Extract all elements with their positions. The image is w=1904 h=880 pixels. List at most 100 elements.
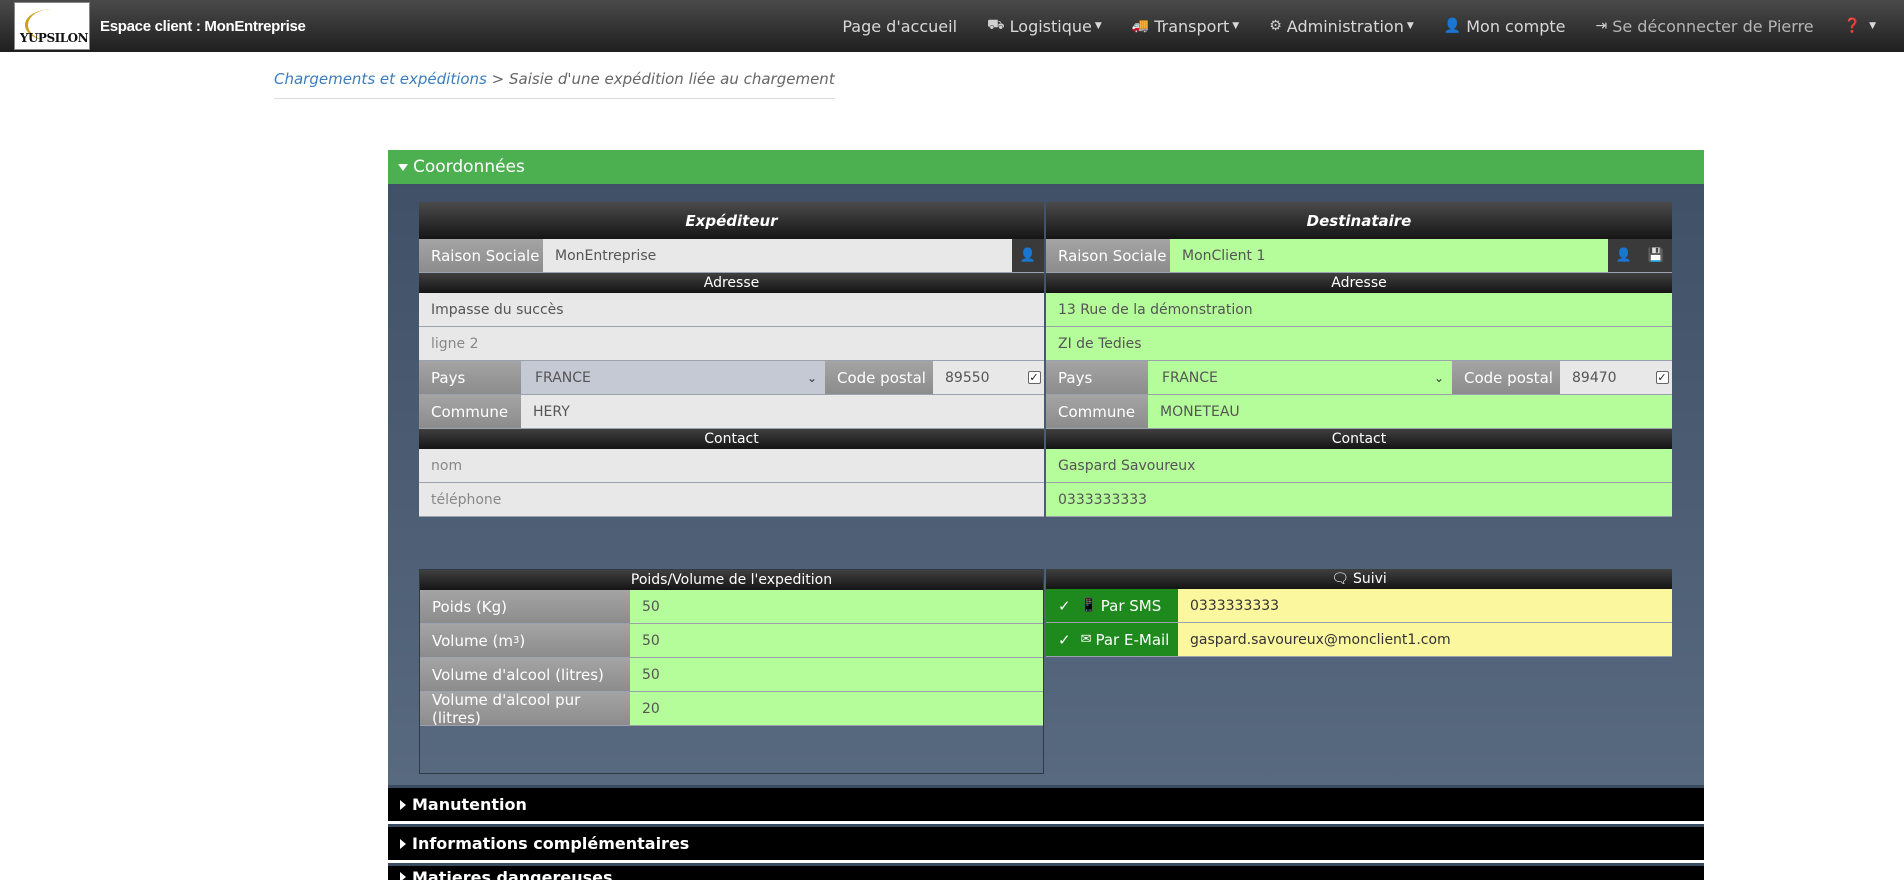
- destinataire-contact-button[interactable]: 👤: [1608, 239, 1640, 272]
- email-toggle[interactable]: ✓ ✉ Par E-Mail: [1046, 623, 1178, 656]
- email-label: Par E-Mail: [1095, 630, 1170, 649]
- poids-block: Poids/Volume de l'expedition Poids (Kg) …: [419, 569, 1044, 774]
- volume-input[interactable]: 50: [630, 624, 1043, 657]
- check-icon: ✓: [1655, 371, 1669, 384]
- gear-icon: ⚙: [1269, 18, 1282, 34]
- section-manutention-title: Manutention: [412, 795, 527, 814]
- destinataire-raison-row: Raison Sociale MonClient 1 👤 💾: [1046, 239, 1672, 273]
- poids-input[interactable]: 50: [630, 590, 1043, 623]
- expediteur-raison-input[interactable]: MonEntreprise: [543, 239, 1012, 272]
- check-icon: ✓: [1027, 371, 1041, 384]
- section-infos[interactable]: Informations complémentaires: [388, 824, 1704, 860]
- alcool-pur-input[interactable]: 20: [630, 692, 1043, 725]
- expediteur-commune-input[interactable]: HERY: [521, 395, 1044, 428]
- expediteur-adresse1-input[interactable]: Impasse du succès: [419, 293, 1044, 326]
- comment-icon: 🗨: [1331, 571, 1349, 587]
- expediteur-pays-row: Pays FRANCE ⌄ Code postal 89550 ✓: [419, 361, 1044, 395]
- section-manutention[interactable]: Manutention: [388, 785, 1704, 821]
- commune-label: Commune: [419, 395, 521, 428]
- destinataire-nom-row: Gaspard Savoureux: [1046, 449, 1672, 483]
- destinataire-save-button[interactable]: 💾: [1640, 239, 1672, 272]
- main-nav: Page d'accueil ⛟ Logistique ▼ 🚚 Transpor…: [812, 0, 1876, 52]
- expediteur-pays-value: FRANCE: [535, 369, 591, 386]
- destinataire-raison-input[interactable]: MonClient 1: [1170, 239, 1608, 272]
- expediteur-adresse2-input[interactable]: ligne 2: [419, 327, 1044, 360]
- nav-logistique[interactable]: ⛟ Logistique ▼: [987, 17, 1102, 36]
- envelope-icon: ✉: [1080, 632, 1092, 647]
- section-infos-title: Informations complémentaires: [412, 834, 690, 853]
- expediteur-tel-row: téléphone: [419, 483, 1044, 517]
- destinataire-nom-input[interactable]: Gaspard Savoureux: [1046, 449, 1672, 482]
- sms-input[interactable]: 0333333333: [1178, 589, 1672, 622]
- section-matieres[interactable]: Matieres dangereuses: [388, 863, 1704, 880]
- destinataire-cp-input[interactable]: 89470: [1560, 361, 1652, 394]
- destinataire-cp-checkbox[interactable]: ✓: [1652, 361, 1672, 394]
- user-icon: 👤: [1443, 18, 1462, 34]
- save-icon: 💾: [1647, 248, 1665, 263]
- email-input[interactable]: gaspard.savoureux@monclient1.com: [1178, 623, 1672, 656]
- pays-label: Pays: [1046, 361, 1148, 394]
- coordonnees-title: Coordonnées: [413, 157, 525, 177]
- destinataire-commune-input[interactable]: MONETEAU: [1148, 395, 1672, 428]
- breadcrumb: Chargements et expéditions > Saisie d'un…: [274, 70, 835, 99]
- nav-logistique-label: Logistique: [1009, 16, 1092, 36]
- question-circle-icon: ❓: [1843, 18, 1862, 34]
- expediteur-nom-input[interactable]: nom: [419, 449, 1044, 482]
- user-icon: 👤: [1019, 248, 1037, 263]
- expediteur-title: Expéditeur: [419, 202, 1044, 239]
- destinataire-tel-row: 0333333333: [1046, 483, 1672, 517]
- nav-administration-label: Administration: [1286, 16, 1404, 36]
- nav-account[interactable]: 👤 Mon compte: [1444, 17, 1566, 36]
- breadcrumb-parent-link[interactable]: Chargements et expéditions: [274, 70, 487, 88]
- sms-label: Par SMS: [1100, 596, 1162, 615]
- destinataire-tel-input[interactable]: 0333333333: [1046, 483, 1672, 516]
- caret-down-icon: ▼: [1094, 21, 1102, 31]
- expediteur-cp-input[interactable]: 89550: [933, 361, 1024, 394]
- company-logo[interactable]: YUPSILON: [14, 2, 90, 50]
- volume-row: Volume (m 3) 50: [420, 624, 1043, 658]
- volume-label: Volume (m 3): [420, 624, 630, 657]
- coordonnees-header[interactable]: Coordonnées: [388, 150, 1704, 184]
- volume-label-close: ): [519, 631, 526, 650]
- logo-word: YUPSILON: [19, 31, 89, 45]
- caret-down-icon: ▼: [1869, 21, 1876, 31]
- suivi-title-text: Suivi: [1352, 571, 1387, 587]
- nav-help[interactable]: ❓ ▼: [1844, 18, 1876, 34]
- nav-transport[interactable]: 🚚 Transport ▼: [1132, 17, 1239, 36]
- expediteur-commune-row: Commune HERY: [419, 395, 1044, 429]
- nav-home[interactable]: Page d'accueil: [842, 17, 957, 36]
- expediteur-pays-select[interactable]: FRANCE ⌄: [521, 361, 825, 394]
- expediteur-block: Expéditeur Raison Sociale MonEntreprise …: [419, 202, 1044, 517]
- expediteur-cp-checkbox[interactable]: ✓: [1024, 361, 1044, 394]
- expediteur-adresse1-row: Impasse du succès: [419, 293, 1044, 327]
- mobile-icon: 📱: [1080, 598, 1097, 613]
- alcool-input[interactable]: 50: [630, 658, 1043, 691]
- truck-icon: 🚚: [1131, 18, 1150, 34]
- expediteur-adresse2-row: ligne 2: [419, 327, 1044, 361]
- caret-right-icon: [400, 838, 406, 849]
- top-navbar: YUPSILON Espace client : MonEntreprise P…: [0, 0, 1904, 52]
- destinataire-adresse1-input[interactable]: 13 Rue de la démonstration: [1046, 293, 1672, 326]
- destinataire-pays-select[interactable]: FRANCE ⌄: [1148, 361, 1452, 394]
- raison-sociale-label: Raison Sociale: [419, 239, 543, 272]
- nav-administration[interactable]: ⚙ Administration ▼: [1269, 17, 1414, 36]
- sms-toggle[interactable]: ✓ 📱 Par SMS: [1046, 589, 1178, 622]
- alcool-row: Volume d'alcool (litres) 50: [420, 658, 1043, 692]
- poids-row: Poids (Kg) 50: [420, 590, 1043, 624]
- nav-account-label: Mon compte: [1466, 16, 1566, 36]
- sign-out-icon: ⇥: [1595, 18, 1608, 34]
- caret-right-icon: [400, 872, 406, 880]
- caret-down-icon: [398, 163, 408, 171]
- expediteur-tel-input[interactable]: téléphone: [419, 483, 1044, 516]
- destinataire-commune-row: Commune MONETEAU: [1046, 395, 1672, 429]
- pays-label: Pays: [419, 361, 521, 394]
- chevron-down-icon: ⌄: [1433, 370, 1444, 385]
- expediteur-contact-button[interactable]: 👤: [1012, 239, 1044, 272]
- check-icon: ✓: [1058, 596, 1071, 615]
- code-postal-label: Code postal: [1452, 361, 1560, 394]
- brand-title[interactable]: Espace client : MonEntreprise: [100, 18, 306, 35]
- destinataire-adresse2-input[interactable]: ZI de Tedies: [1046, 327, 1672, 360]
- nav-logout[interactable]: ⇥ Se déconnecter de Pierre: [1595, 17, 1813, 36]
- destinataire-title: Destinataire: [1046, 202, 1672, 239]
- code-postal-label: Code postal: [825, 361, 933, 394]
